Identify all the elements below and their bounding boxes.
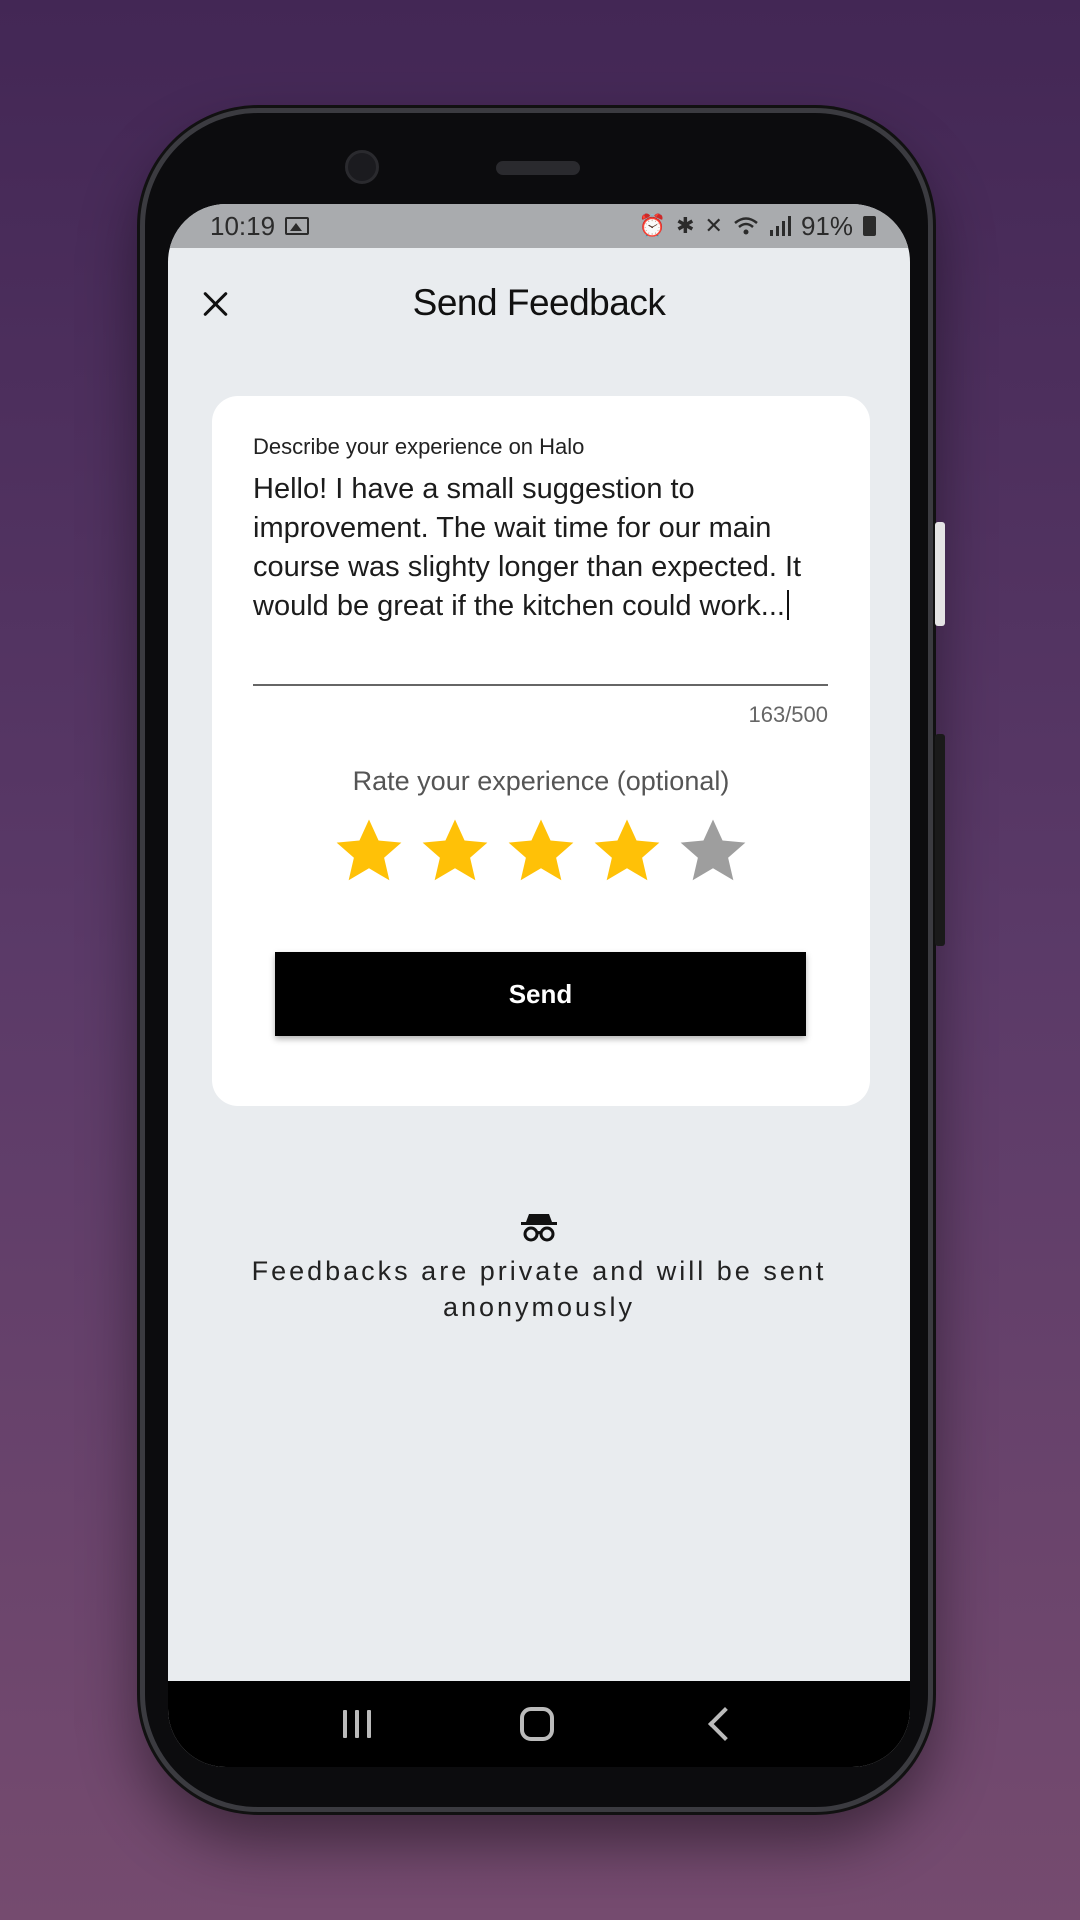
star-3-icon[interactable] — [504, 814, 578, 888]
recent-apps-icon[interactable] — [341, 1708, 373, 1740]
mute-icon: ✕ — [704, 213, 723, 238]
power-button — [935, 522, 945, 626]
incognito-icon — [521, 1214, 557, 1242]
volume-button — [935, 734, 945, 946]
feedback-textarea[interactable]: Hello! I have a small suggestion to impr… — [253, 470, 833, 626]
feedback-text: Hello! I have a small suggestion to impr… — [253, 473, 802, 622]
privacy-notice: Feedbacks are private and will be sent a… — [168, 1210, 910, 1325]
character-counter: 163/500 — [748, 702, 828, 727]
star-4-icon[interactable] — [590, 814, 664, 888]
bluetooth-icon: ✱ — [676, 213, 695, 238]
battery-icon — [863, 216, 876, 236]
feedback-card: Describe your experience on Halo Hello! … — [212, 396, 870, 1106]
star-5-icon[interactable] — [676, 814, 750, 888]
earpiece-speaker — [496, 161, 580, 175]
image-icon — [285, 217, 310, 235]
app-header: Send Feedback — [168, 248, 910, 358]
home-icon[interactable] — [519, 1707, 554, 1741]
text-cursor — [786, 590, 789, 620]
back-icon[interactable] — [707, 1707, 742, 1741]
page-title: Send Feedback — [412, 282, 666, 323]
front-camera — [345, 150, 379, 184]
rating-label: Rate your experience (optional) — [352, 766, 730, 796]
wifi-icon — [734, 217, 758, 235]
status-right: ⏰ ✱ ✕ 91% — [639, 211, 876, 242]
system-nav-bar — [168, 1681, 910, 1767]
app-screen: 10:19 ⏰ ✱ ✕ 91% Send Feedback Describe y… — [168, 204, 910, 1767]
battery-percent: 91% — [800, 210, 853, 241]
signal-icon — [769, 216, 791, 236]
star-rating — [212, 814, 870, 888]
star-2-icon[interactable] — [418, 814, 492, 888]
privacy-text: Feedbacks are private and will be sent a… — [251, 1256, 827, 1322]
star-1-icon[interactable] — [332, 814, 406, 888]
status-left: 10:19 — [210, 210, 310, 242]
feedback-field-label: Describe your experience on Halo — [253, 434, 585, 459]
status-bar: 10:19 ⏰ ✱ ✕ 91% — [168, 204, 910, 248]
alarm-icon: ⏰ — [638, 213, 667, 238]
status-time: 10:19 — [210, 210, 276, 241]
field-underline — [253, 684, 828, 686]
send-button[interactable]: Send — [275, 952, 806, 1036]
